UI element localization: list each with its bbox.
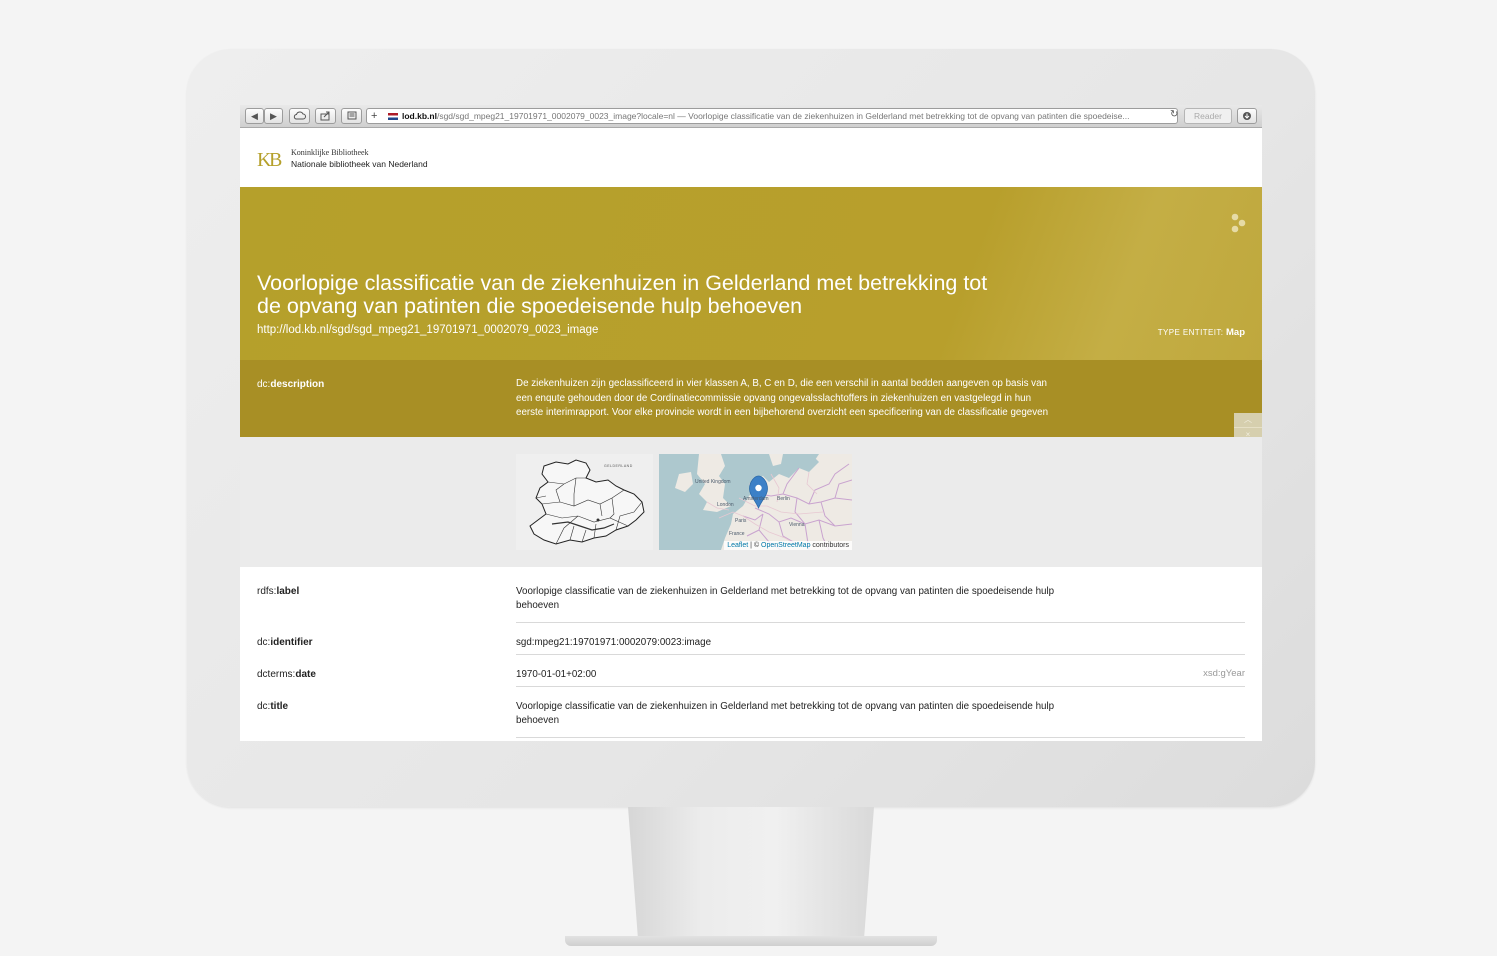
property-key: dc:identifier xyxy=(257,637,313,648)
address-bar[interactable]: + lod.kb.nl/sgd/sgd_mpeg21_19701971_0002… xyxy=(366,108,1178,124)
row-divider xyxy=(516,654,1245,655)
hero-banner: Voorlopige classificatie van de ziekenhu… xyxy=(240,187,1262,360)
kb-logo-icon[interactable]: K B xyxy=(257,149,286,169)
entity-type: TYPE ENTITEIT: Map xyxy=(1158,327,1245,338)
logo-line-1: Koninklijke Bibliotheek xyxy=(291,148,369,157)
description-key-name: description xyxy=(270,379,325,390)
property-prefix: rdfs: xyxy=(257,586,277,597)
thumbnail-label: GELDERLAND xyxy=(604,464,633,468)
map-label-london: London xyxy=(717,502,734,508)
map-label-united-kingdom: United Kingdom xyxy=(695,479,731,485)
reading-list-button[interactable] xyxy=(341,108,362,124)
map-tiles xyxy=(675,454,852,550)
attribution-separator: | © xyxy=(748,542,762,549)
share-dots-icon[interactable] xyxy=(1230,213,1246,233)
logo-line-2: Nationale bibliotheek van Nederland xyxy=(291,159,428,169)
page-title: Voorlopige classificatie van de ziekenhu… xyxy=(257,271,988,318)
cloud-icon xyxy=(293,111,306,120)
map-label-france: France xyxy=(729,531,745,537)
property-name: identifier xyxy=(270,637,313,648)
share-button[interactable] xyxy=(315,108,336,124)
svg-text:B: B xyxy=(269,149,282,169)
entity-type-label: TYPE ENTITEIT: xyxy=(1157,328,1224,337)
chevron-up-icon[interactable]: ︿ xyxy=(1234,413,1262,428)
monitor-stand xyxy=(628,807,874,937)
media-section: GELDERLAND United Kingdom London Amsterd… xyxy=(240,437,1262,567)
address-host: lod.kb.nl xyxy=(402,111,437,121)
download-icon xyxy=(1243,112,1251,120)
entity-type-value: Map xyxy=(1226,327,1245,338)
description-section: dc:description De ziekenhuizen zijn gecl… xyxy=(240,360,1262,437)
site-header: K B Koninklijke Bibliotheek Nationale bi… xyxy=(240,128,1262,187)
properties-list: rdfs:label Voorlopige classificatie van … xyxy=(240,567,1262,741)
row-divider xyxy=(516,686,1245,687)
row-divider xyxy=(516,737,1245,738)
map-label-amsterdam: Amsterdam xyxy=(743,496,769,502)
map-label-paris: Paris xyxy=(735,518,747,524)
property-value: Voorlopige classificatie van de ziekenhu… xyxy=(516,701,1055,726)
row-divider xyxy=(516,622,1245,623)
property-name: title xyxy=(270,701,289,712)
map-label-vienna: Vienna xyxy=(789,522,805,528)
location-map[interactable]: United Kingdom London Amsterdam Berlin P… xyxy=(659,454,852,550)
description-text: De ziekenhuizen zijn geclassificeerd in … xyxy=(516,378,1049,418)
icloud-tabs-button[interactable] xyxy=(289,108,310,124)
map-scan-thumbnail[interactable]: GELDERLAND xyxy=(516,454,653,550)
reload-icon[interactable]: ↻ xyxy=(1170,108,1178,122)
map-label-berlin: Berlin xyxy=(777,496,790,502)
downloads-button[interactable] xyxy=(1237,108,1257,124)
property-name: date xyxy=(295,669,316,680)
bookmarks-icon xyxy=(347,111,356,120)
datatype-label: xsd:gYear xyxy=(1203,668,1245,679)
property-prefix: dc: xyxy=(257,701,271,712)
property-value: Voorlopige classificatie van de ziekenhu… xyxy=(516,586,1055,611)
entity-uri[interactable]: http://lod.kb.nl/sgd/sgd_mpeg21_19701971… xyxy=(257,324,598,336)
property-prefix: dcterms: xyxy=(257,669,296,680)
map-attribution: Leaflet | © OpenStreetMap contributors xyxy=(724,541,852,550)
attribution-contributors: contributors xyxy=(810,542,849,549)
description-prefix: dc: xyxy=(257,379,271,390)
property-key: dc:title xyxy=(257,701,288,712)
description-key: dc:description xyxy=(257,379,324,390)
openstreetmap-link[interactable]: OpenStreetMap xyxy=(761,542,810,549)
reader-button[interactable]: Reader xyxy=(1184,108,1232,124)
back-button[interactable]: ◀ xyxy=(245,108,264,124)
favicon-icon xyxy=(388,113,398,120)
leaflet-link[interactable]: Leaflet xyxy=(727,542,748,549)
property-value: sgd:mpeg21:19701971:0002079:0023:image xyxy=(516,637,712,648)
screen: ◀ ▶ + lod.kb.nl/sgd/sgd_mpeg21_19701971_… xyxy=(240,105,1262,741)
browser-toolbar: ◀ ▶ + lod.kb.nl/sgd/sgd_mpeg21_19701971_… xyxy=(240,105,1262,128)
monitor-base xyxy=(565,936,937,946)
share-icon xyxy=(320,111,330,121)
property-key: rdfs:label xyxy=(257,586,299,597)
property-name: label xyxy=(276,586,300,597)
province-outline-icon xyxy=(529,459,645,545)
property-key: dcterms:date xyxy=(257,669,316,680)
property-value: 1970-01-01+02:00 xyxy=(516,669,597,680)
property-prefix: dc: xyxy=(257,637,271,648)
add-bookmark-icon[interactable]: + xyxy=(371,109,377,123)
forward-button[interactable]: ▶ xyxy=(264,108,283,124)
address-path: /sgd/sgd_mpeg21_19701971_0002079_0023_im… xyxy=(436,111,1130,121)
